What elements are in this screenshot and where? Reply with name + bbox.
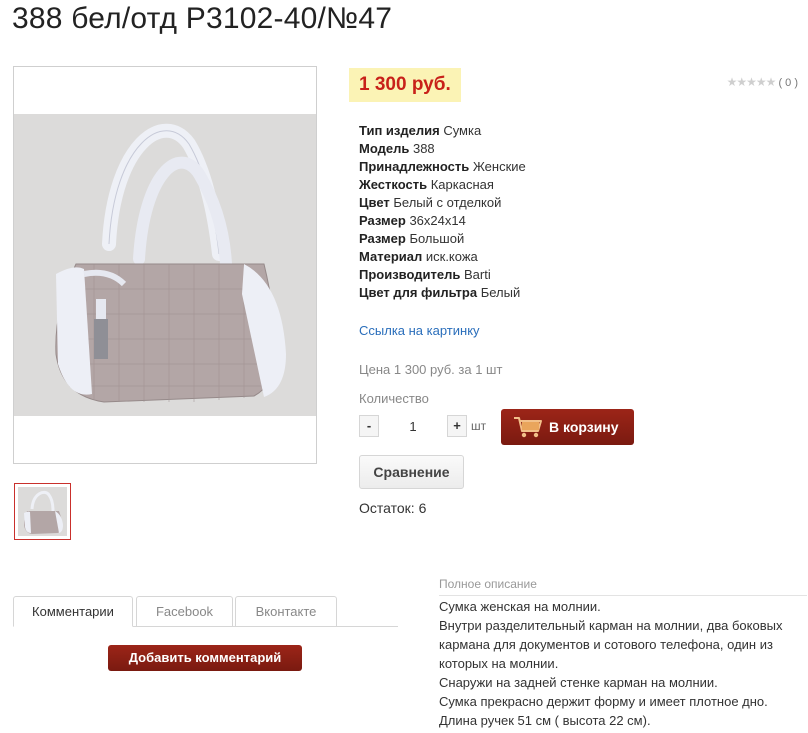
property-row: Производитель Barti: [359, 266, 526, 284]
description-line: которых на молнии.: [439, 656, 559, 671]
handbag-photo: [14, 114, 316, 416]
description-line: Внутри разделительный карман на молнии, …: [439, 618, 783, 633]
rating-count: ( 0 ): [778, 77, 798, 89]
property-value: иск.кожа: [425, 249, 478, 264]
property-value: 388: [412, 141, 435, 156]
quantity-label: Количество: [359, 391, 429, 406]
property-value: Большой: [409, 231, 465, 246]
tab-facebook[interactable]: Facebook: [136, 596, 233, 627]
quantity-minus-button[interactable]: -: [359, 415, 379, 437]
quantity-unit: шт: [471, 419, 487, 433]
rating-stars-icon[interactable]: ★★★★★: [727, 75, 777, 89]
property-value: 36х24х14: [409, 213, 466, 228]
property-key: Материал: [359, 249, 423, 264]
description-line: Сумка женская на молнии.: [439, 599, 601, 614]
property-row: Цвет для фильтра Белый: [359, 284, 526, 302]
handbag-thumbnail-photo: [18, 487, 67, 536]
property-row: Цвет Белый с отделкой: [359, 194, 526, 212]
property-value: Каркасная: [430, 177, 494, 192]
shopping-cart-icon: [513, 415, 543, 439]
tab-vkontakte[interactable]: Вконтакте: [235, 596, 337, 627]
add-to-cart-label: В корзину: [549, 419, 619, 435]
property-row: Принадлежность Женские: [359, 158, 526, 176]
comments-tabs: Комментарии Facebook Вконтакте: [13, 596, 398, 627]
add-to-cart-button[interactable]: В корзину: [501, 409, 634, 445]
product-main-image[interactable]: [13, 66, 317, 464]
product-properties: Тип изделия Сумка Модель 388 Принадлежно…: [359, 122, 526, 302]
product-thumbnail[interactable]: [14, 483, 71, 540]
property-key: Цвет для фильтра: [359, 285, 478, 300]
rating[interactable]: ★★★★★ ( 0 ): [727, 75, 798, 89]
image-link[interactable]: Ссылка на картинку: [359, 323, 480, 338]
property-key: Размер: [359, 231, 406, 246]
property-value: Белый с отделкой: [393, 195, 502, 210]
property-value: Сумка: [443, 123, 482, 138]
property-value: Белый: [480, 285, 521, 300]
description-divider: [439, 595, 807, 596]
property-key: Модель: [359, 141, 410, 156]
property-value: Женские: [472, 159, 526, 174]
unit-price-text: Цена 1 300 руб. за 1 шт: [359, 362, 503, 377]
description-line: Сумка прекрасно держит форму и имеет пло…: [439, 694, 768, 709]
quantity-plus-button[interactable]: +: [447, 415, 467, 437]
description-line: Длина ручек 51 см ( высота 22 см).: [439, 713, 651, 728]
tab-comments[interactable]: Комментарии: [13, 596, 133, 627]
property-key: Жесткость: [359, 177, 428, 192]
product-title: 388 бел/отд Р3102-40/№47: [12, 2, 393, 35]
property-row: Жесткость Каркасная: [359, 176, 526, 194]
description-line: кармана для документов и сотового телефо…: [439, 637, 773, 652]
property-row: Размер Большой: [359, 230, 526, 248]
property-key: Размер: [359, 213, 406, 228]
stock-text: Остаток: 6: [359, 500, 427, 516]
description-line: Снаружи на задней стенке карман на молни…: [439, 675, 718, 690]
compare-button[interactable]: Сравнение: [359, 455, 464, 489]
property-row: Тип изделия Сумка: [359, 122, 526, 140]
property-key: Тип изделия: [359, 123, 440, 138]
property-row: Модель 388: [359, 140, 526, 158]
product-description: Сумка женская на молнии. Внутри разделит…: [439, 597, 807, 730]
price-badge: 1 300 руб.: [349, 68, 461, 102]
add-comment-button[interactable]: Добавить комментарий: [108, 645, 302, 671]
property-value: Barti: [463, 267, 491, 282]
property-row: Размер 36х24х14: [359, 212, 526, 230]
property-row: Материал иск.кожа: [359, 248, 526, 266]
property-key: Производитель: [359, 267, 461, 282]
property-key: Принадлежность: [359, 159, 470, 174]
quantity-input[interactable]: [385, 415, 441, 437]
property-key: Цвет: [359, 195, 390, 210]
description-label: Полное описание: [439, 577, 537, 591]
